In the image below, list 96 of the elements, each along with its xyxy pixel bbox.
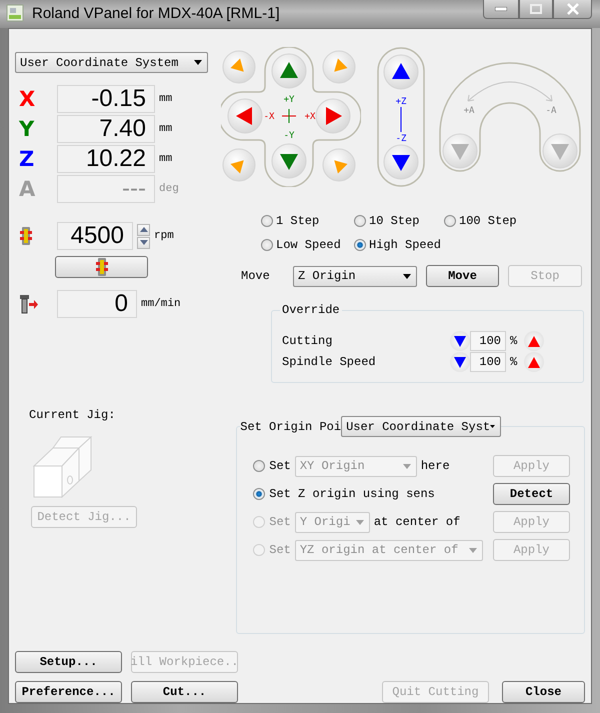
button[interactable]: Setup... xyxy=(15,651,122,673)
axis-letter: Y xyxy=(18,117,36,141)
button[interactable]: Move xyxy=(426,265,499,287)
arrow-button[interactable] xyxy=(384,54,418,90)
radio-label[interactable]: Low Speed xyxy=(276,238,341,252)
axis-label: +Y xyxy=(284,95,294,105)
close-button[interactable] xyxy=(553,0,592,19)
arrow-button[interactable] xyxy=(272,144,306,178)
group-title: Set Origin Poi xyxy=(240,420,342,434)
caret-icon xyxy=(194,60,202,65)
button[interactable]: Detect xyxy=(493,483,570,505)
caret-icon xyxy=(356,520,364,524)
decrease-button[interactable] xyxy=(450,331,470,351)
down-arrow-icon xyxy=(454,356,466,368)
move-label: Move xyxy=(241,269,271,283)
field-label: here xyxy=(420,459,450,473)
unit-label: % xyxy=(509,334,518,348)
button[interactable]: Preference... xyxy=(15,681,122,703)
app-icon xyxy=(6,4,24,22)
decrease-button[interactable] xyxy=(450,352,470,372)
spindle-icon xyxy=(94,258,108,276)
unit-label: rpm xyxy=(154,230,174,242)
up-arrow-icon xyxy=(528,356,540,368)
arrow-button[interactable] xyxy=(272,54,306,88)
unit-label: mm xyxy=(159,153,172,165)
dropdown[interactable]: User Coordinate Syst xyxy=(341,416,502,437)
down-arrow-icon xyxy=(454,336,466,346)
radio-button[interactable] xyxy=(253,460,266,472)
axis-label: +Z xyxy=(396,97,406,107)
close-icon xyxy=(566,3,578,15)
radio-button[interactable] xyxy=(354,215,366,227)
axis-line xyxy=(400,106,402,132)
axis-label: -Z xyxy=(396,134,406,144)
spindle-button[interactable] xyxy=(55,256,148,278)
spindle-speed-field[interactable]: 4500 xyxy=(57,222,133,250)
group-title: Override xyxy=(281,303,341,317)
minimize-icon xyxy=(495,7,507,11)
window-title: Roland VPanel for MDX-40A [RML-1] xyxy=(32,5,281,22)
button[interactable]: Close xyxy=(502,681,585,703)
unit-label: deg xyxy=(159,183,179,195)
axis-label: +A xyxy=(464,106,474,116)
dropdown[interactable]: Z Origin xyxy=(293,266,417,286)
radio-label[interactable]: High Speed xyxy=(369,238,442,252)
increase-button[interactable] xyxy=(524,352,544,372)
caret-icon xyxy=(403,274,411,278)
spindle-icon xyxy=(19,227,33,245)
radio-button[interactable] xyxy=(253,488,266,500)
spin-down-button[interactable] xyxy=(137,236,150,248)
caret-icon xyxy=(490,424,496,429)
axis-label: -A xyxy=(546,106,556,116)
radio-label[interactable]: 1 Step xyxy=(276,214,320,228)
radio-label[interactable]: Set Z origin using sens xyxy=(269,487,435,501)
percent-field[interactable]: 100 xyxy=(470,331,506,351)
caret-icon xyxy=(402,464,411,468)
radio-label[interactable]: 100 Step xyxy=(459,214,517,228)
position-field: -0.15 xyxy=(57,85,155,113)
axis-letter: X xyxy=(18,87,36,111)
radio-label[interactable]: Set xyxy=(269,459,291,473)
increase-button[interactable] xyxy=(524,331,544,351)
field-label: Spindle Speed xyxy=(282,355,377,369)
maximize-icon xyxy=(530,4,542,14)
arrow-button[interactable] xyxy=(228,98,262,134)
feed-rate-field: 0 xyxy=(57,290,137,318)
position-field: 10.22 xyxy=(57,145,155,173)
minimize-button[interactable] xyxy=(483,0,519,19)
field-label: at center of xyxy=(374,515,460,529)
axis-label: -X xyxy=(264,112,274,122)
axis-letter: Z xyxy=(18,147,36,171)
caret-icon xyxy=(468,548,477,552)
feed-icon xyxy=(19,294,39,314)
radio-button[interactable] xyxy=(444,215,456,227)
axis-label: -Y xyxy=(284,131,294,141)
unit-label: mm xyxy=(159,93,172,105)
radio-button[interactable] xyxy=(354,239,366,251)
arrow-button[interactable] xyxy=(384,144,418,180)
position-field: 7.40 xyxy=(57,115,155,143)
maximize-button[interactable] xyxy=(519,0,553,19)
axis-label: +X xyxy=(304,112,316,122)
dropdown[interactable]: User Coordinate System xyxy=(15,52,208,73)
position-field: --- xyxy=(57,175,155,203)
radio-button[interactable] xyxy=(261,215,273,227)
field-label: Cutting xyxy=(282,334,334,348)
spin-up-button[interactable] xyxy=(137,224,150,236)
jig-drawing xyxy=(33,436,93,498)
unit-label: mm xyxy=(159,123,172,135)
unit-label: mm/min xyxy=(141,298,181,310)
axis-letter: A xyxy=(18,177,36,201)
unit-label: % xyxy=(509,355,518,369)
crosshair-icon xyxy=(282,108,296,124)
percent-field[interactable]: 100 xyxy=(470,352,506,372)
section-label: Current Jig: xyxy=(29,408,116,422)
button[interactable]: Cut... xyxy=(131,681,238,703)
up-arrow-icon xyxy=(528,336,540,346)
radio-label[interactable]: 10 Step xyxy=(369,214,420,228)
radio-button[interactable] xyxy=(261,239,273,251)
arrow-button[interactable] xyxy=(316,98,350,134)
